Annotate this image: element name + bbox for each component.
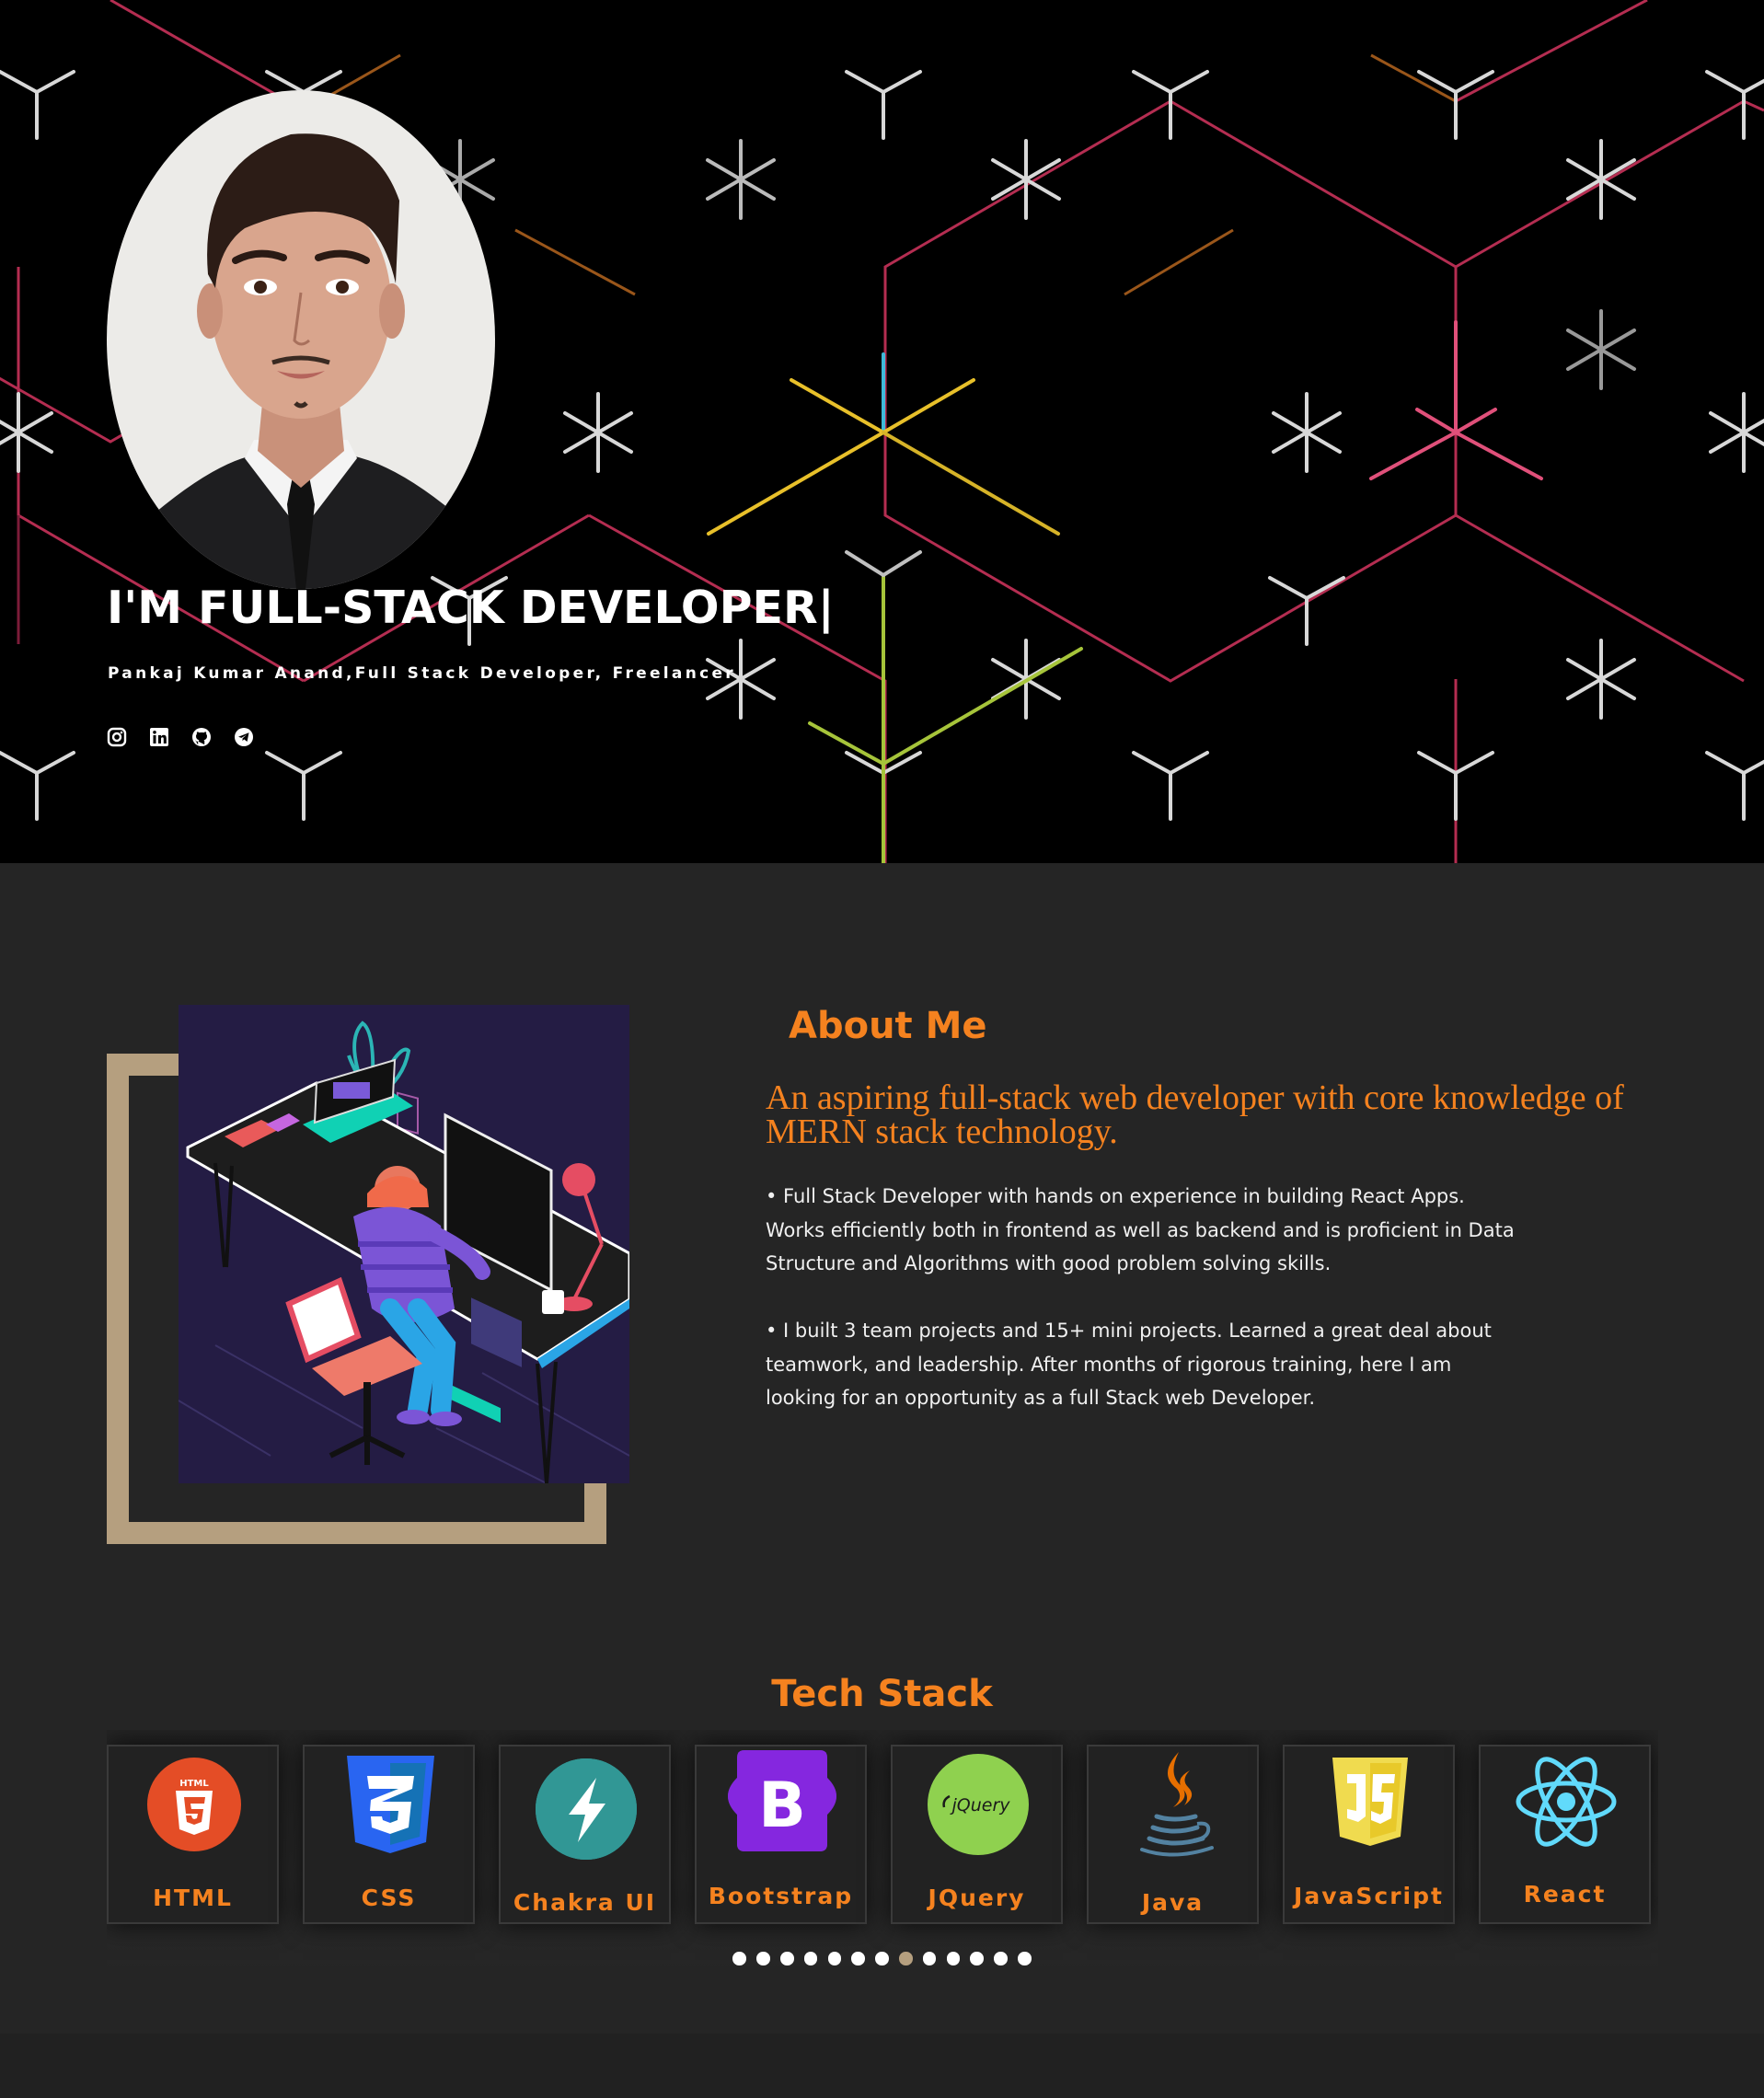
profile-photo bbox=[107, 90, 495, 589]
tech-label: CSS bbox=[361, 1885, 417, 1911]
carousel-dot[interactable] bbox=[1018, 1952, 1032, 1965]
tech-label: JQuery bbox=[928, 1885, 1026, 1911]
tech-card-react[interactable]: React bbox=[1479, 1745, 1651, 1924]
carousel-dot[interactable] bbox=[875, 1952, 889, 1965]
page-bottom-strip bbox=[0, 2034, 1764, 2098]
carousel-dot[interactable] bbox=[970, 1952, 984, 1965]
tech-stack-heading: Tech Stack bbox=[771, 1673, 993, 1715]
social-links bbox=[107, 727, 254, 747]
carousel-dot[interactable] bbox=[732, 1952, 746, 1965]
tech-card-javascript[interactable]: JavaScript bbox=[1283, 1745, 1455, 1924]
hero-subtitle: Pankaj Kumar Anand,Full Stack Developer,… bbox=[108, 664, 736, 683]
tech-label: React bbox=[1523, 1881, 1607, 1908]
instagram-icon[interactable] bbox=[107, 727, 127, 747]
carousel-dot[interactable] bbox=[851, 1952, 865, 1965]
tech-stack-carousel: HTML HTML CSS Chakra UI B Bootstrap jQue… bbox=[107, 1730, 1658, 1971]
carousel-dot[interactable] bbox=[756, 1952, 770, 1965]
svg-text:jQuery: jQuery bbox=[949, 1795, 1010, 1816]
carousel-dot[interactable] bbox=[827, 1952, 842, 1965]
tech-card-java[interactable]: Java bbox=[1087, 1745, 1259, 1924]
hero-section: I'M FULL-STACK DEVELOPER| Pankaj Kumar A… bbox=[0, 0, 1764, 863]
carousel-dot[interactable] bbox=[946, 1952, 961, 1965]
tech-label: Java bbox=[1141, 1889, 1205, 1916]
svg-text:HTML: HTML bbox=[179, 1779, 209, 1789]
tech-card-html[interactable]: HTML HTML bbox=[107, 1745, 279, 1924]
hero-title: I'M FULL-STACK DEVELOPER| bbox=[107, 582, 835, 634]
carousel-dot[interactable] bbox=[803, 1952, 818, 1965]
tech-label: HTML bbox=[153, 1885, 233, 1911]
tech-card-bootstrap[interactable]: B Bootstrap bbox=[695, 1745, 867, 1924]
svg-text:B: B bbox=[758, 1769, 806, 1842]
about-tagline: An aspiring full-stack web developer wit… bbox=[766, 1078, 1624, 1151]
tech-label: Chakra UI bbox=[513, 1889, 657, 1916]
carousel-pagination bbox=[0, 1952, 1764, 1965]
carousel-dot[interactable] bbox=[899, 1952, 913, 1965]
linkedin-icon[interactable] bbox=[149, 727, 169, 747]
github-icon[interactable] bbox=[191, 727, 212, 747]
carousel-dot[interactable] bbox=[994, 1952, 1008, 1965]
developer-illustration bbox=[179, 1005, 629, 1483]
telegram-icon[interactable] bbox=[234, 727, 254, 747]
carousel-dot[interactable] bbox=[780, 1952, 794, 1965]
tech-label: JavaScript bbox=[1294, 1883, 1444, 1909]
carousel-dot[interactable] bbox=[922, 1952, 937, 1965]
tech-card-css[interactable]: CSS bbox=[303, 1745, 475, 1924]
tech-label: Bootstrap bbox=[708, 1883, 854, 1909]
about-heading: About Me bbox=[789, 1005, 987, 1047]
about-paragraph-projects: • I built 3 team projects and 15+ mini p… bbox=[766, 1320, 1492, 1409]
tech-card-chakra-ui[interactable]: Chakra UI bbox=[499, 1745, 671, 1924]
about-paragraph-experience: • Full Stack Developer with hands on exp… bbox=[766, 1185, 1515, 1274]
tech-card-jquery[interactable]: jQuery JQuery bbox=[891, 1745, 1063, 1924]
